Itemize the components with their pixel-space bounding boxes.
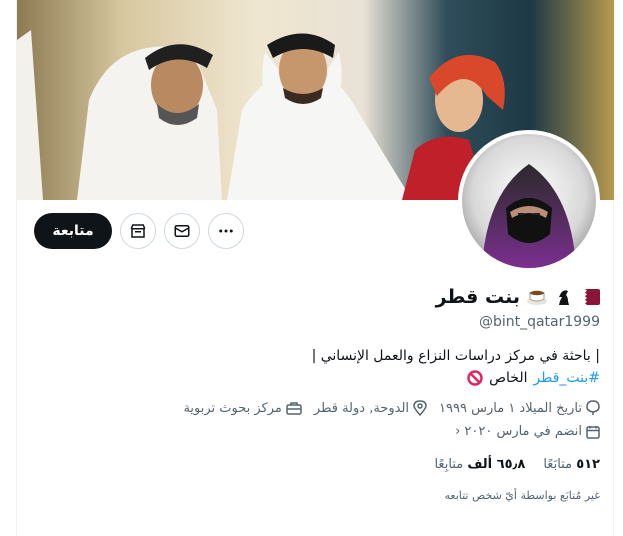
calendar-icon — [586, 425, 600, 439]
location-pin-icon — [413, 400, 427, 416]
birth-date-item: تاريخ الميلاد ١ مارس ١٩٩٩ — [439, 400, 600, 416]
profile-handle: @bint_qatar1999 — [478, 314, 600, 330]
location-text: الدوحة, دولة قطر — [313, 400, 410, 416]
followers-link[interactable]: ٦٥٫٨ ألف متابِعًا — [434, 457, 525, 472]
qatar-flag-icon — [578, 289, 600, 305]
birth-date-text: تاريخ الميلاد ١ مارس ١٩٩٩ — [439, 400, 582, 416]
follow-stats: ٥١٢ متابَعًا ٦٥٫٨ ألف متابِعًا — [434, 457, 600, 472]
shop-icon — [130, 224, 146, 238]
joined-item: انضم في مارس ٢٠٢٠ ‹ — [455, 424, 600, 439]
profile-meta: تاريخ الميلاد ١ مارس ١٩٩٩ الدوحة, دولة ق… — [183, 400, 600, 416]
followers-label: متابِعًا — [434, 457, 464, 472]
profile-name-row: بنت قطر — [436, 286, 600, 308]
more-icon — [219, 229, 233, 233]
balloon-icon — [586, 400, 600, 415]
prohibited-icon — [467, 370, 483, 386]
followers-count: ٦٥٫٨ ألف — [467, 457, 526, 472]
chevron-icon: ‹ — [455, 424, 461, 439]
bio-private-text: الخاص — [489, 370, 528, 386]
follow-button[interactable]: متابعة — [34, 213, 112, 249]
bio-line-1: | باحثة في مركز دراسات النزاع والعمل الإ… — [311, 348, 600, 364]
bio-line-2: #بنت_قطر الخاص — [467, 370, 600, 386]
not-followed-note: غير مُتابَع بواسطة أيّ شخص تتابعه — [444, 489, 601, 502]
following-label: متابَعًا — [543, 457, 573, 472]
message-button[interactable] — [164, 213, 200, 249]
envelope-icon — [174, 225, 190, 237]
joined-text: انضم في مارس ٢٠٢٠ — [464, 424, 582, 439]
shop-button[interactable] — [120, 213, 156, 249]
category-text: مركز بحوث تربوية — [183, 400, 282, 416]
display-name: بنت قطر — [435, 286, 520, 308]
coffee-cup-icon — [527, 290, 547, 305]
avatar-image — [462, 134, 596, 268]
bio-hashtag-link[interactable]: #بنت_قطر — [534, 370, 601, 386]
following-count: ٥١٢ — [576, 457, 600, 472]
profile-avatar[interactable] — [458, 130, 600, 272]
following-link[interactable]: ٥١٢ متابَعًا — [543, 457, 600, 472]
chess-knight-icon — [559, 290, 569, 305]
location-item: الدوحة, دولة قطر — [314, 400, 427, 416]
joined-row: انضم في مارس ٢٠٢٠ ‹ — [455, 424, 600, 439]
more-options-button[interactable] — [208, 213, 244, 249]
category-item: مركز بحوث تربوية — [183, 400, 302, 416]
briefcase-icon — [286, 402, 302, 415]
